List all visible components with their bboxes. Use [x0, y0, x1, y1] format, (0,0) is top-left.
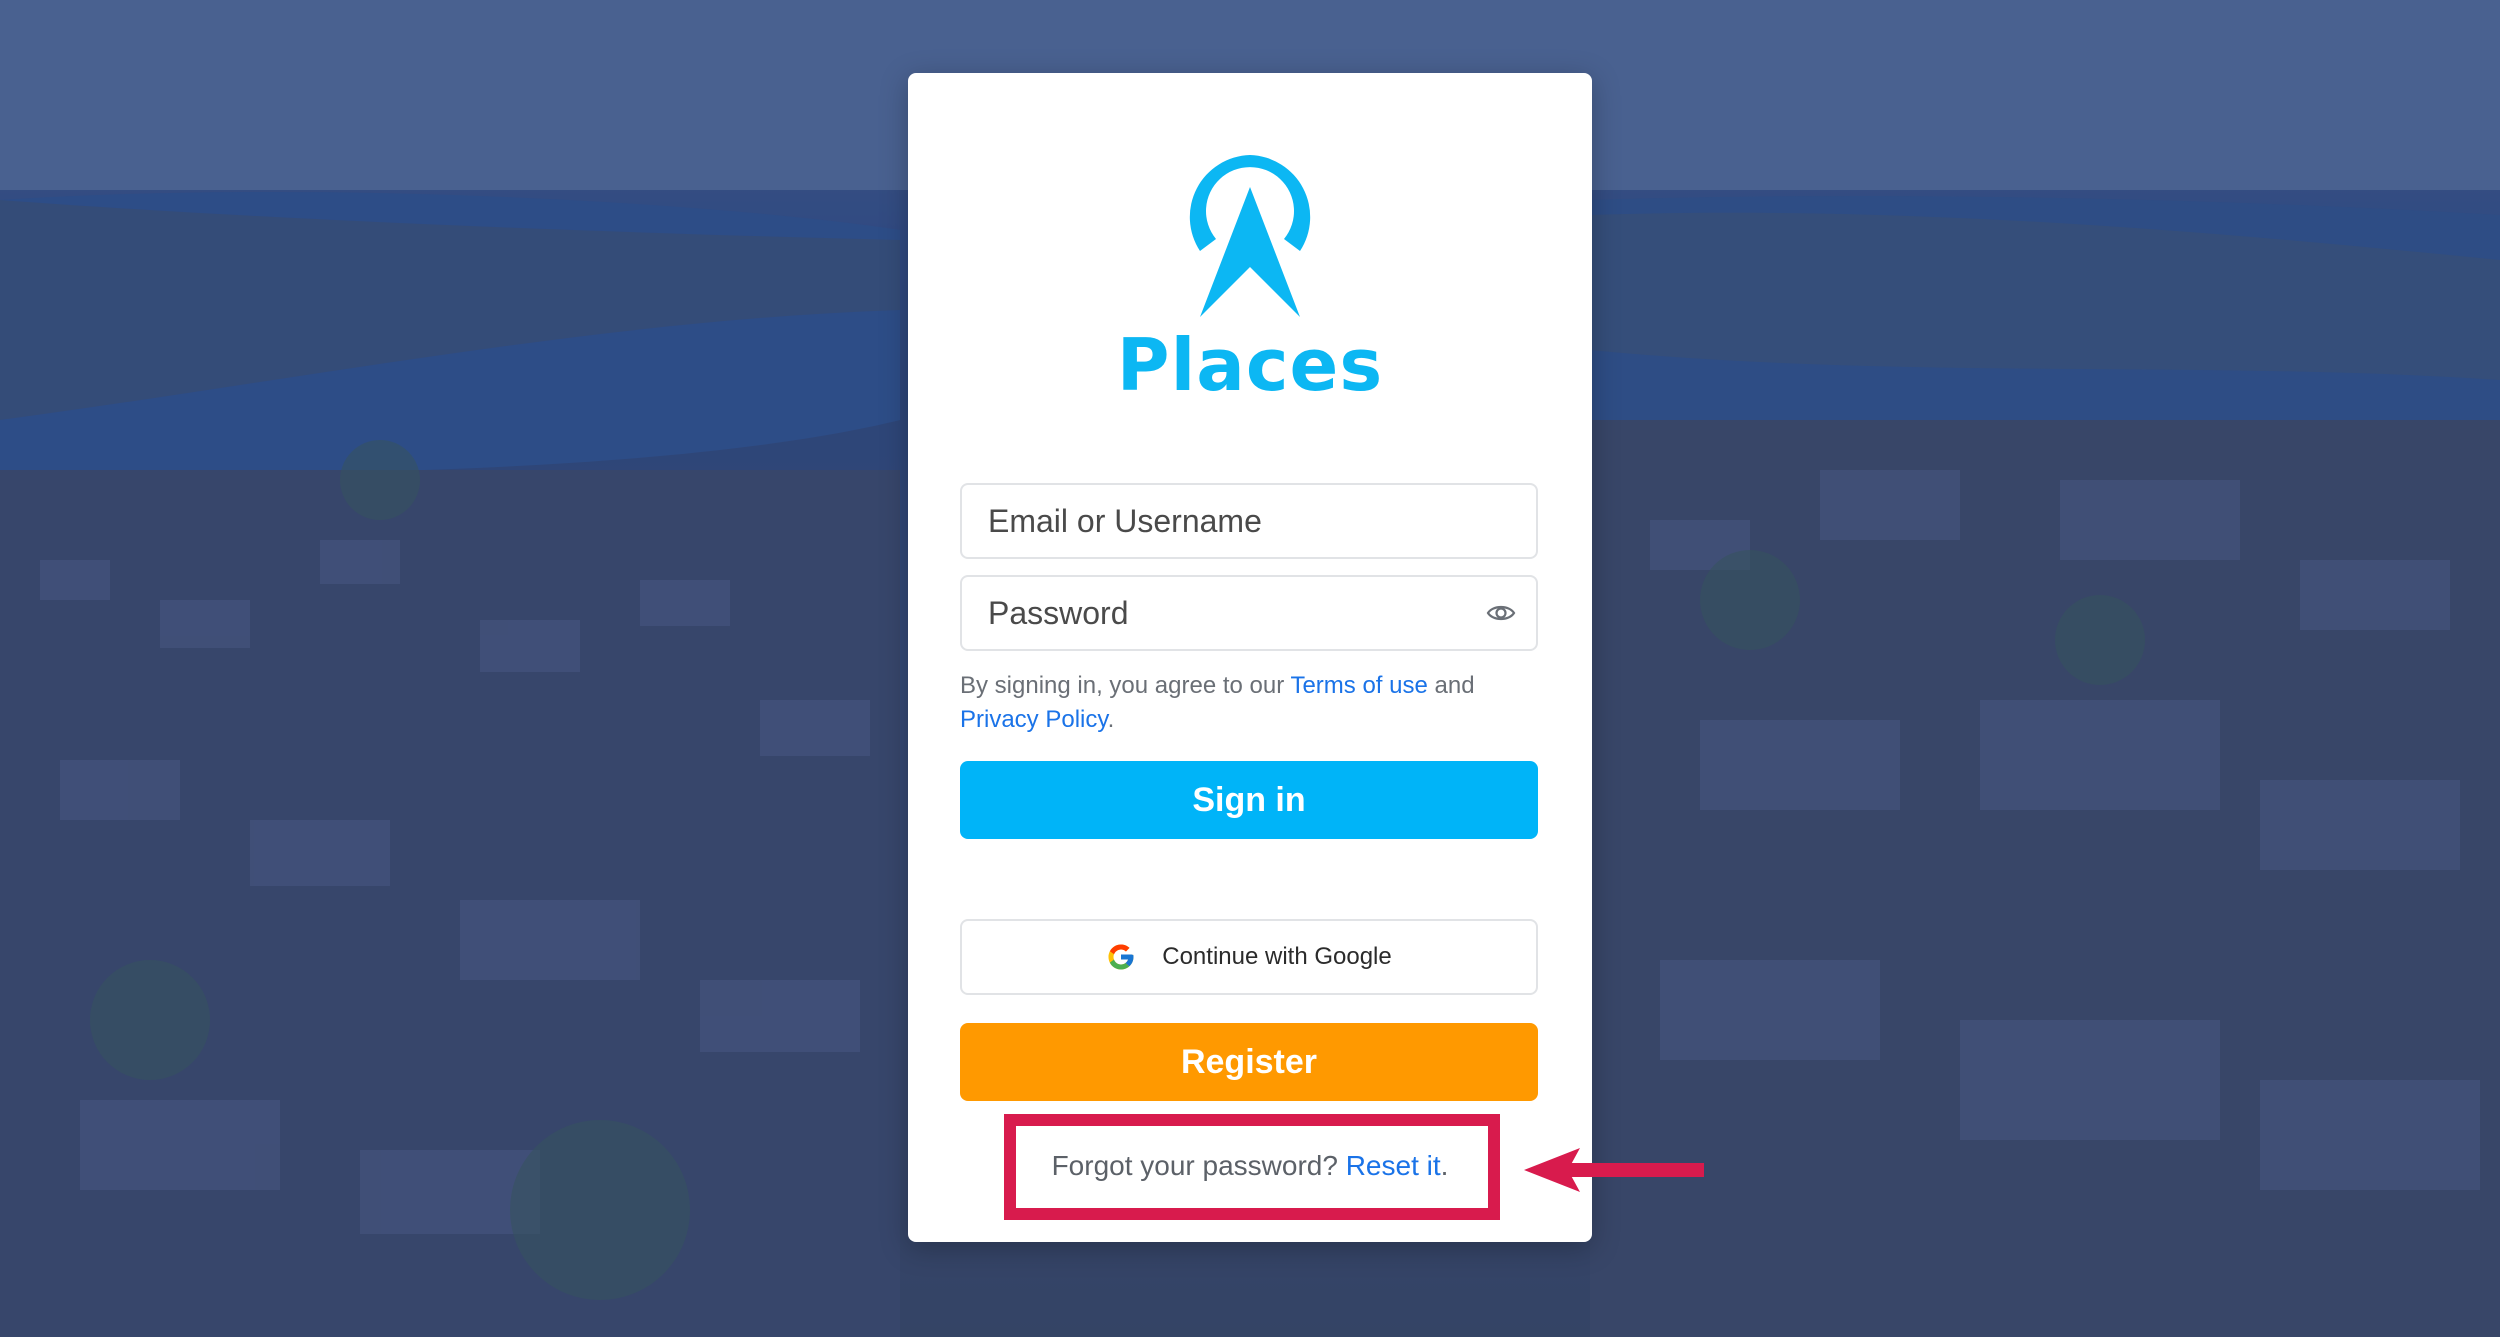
terms-of-use-link[interactable]: Terms of use — [1290, 672, 1427, 699]
continue-with-google-button[interactable]: Continue with Google — [960, 919, 1538, 995]
terms-notice: By signing in, you agree to our Terms of… — [960, 669, 1540, 737]
register-button[interactable]: Register — [960, 1023, 1538, 1101]
arrow-left-icon — [1524, 1148, 1704, 1192]
terms-suffix: . — [1107, 706, 1115, 733]
privacy-policy-link[interactable]: Privacy Policy — [960, 706, 1108, 733]
eye-icon[interactable] — [1486, 601, 1516, 625]
terms-prefix: By signing in, you agree to our — [960, 672, 1291, 699]
google-label: Continue with Google — [1162, 943, 1392, 970]
login-card: Places By signing in, you agree to our T… — [908, 73, 1592, 1242]
places-logo-icon — [1189, 155, 1311, 317]
brand-name: Places — [1116, 323, 1384, 407]
sign-in-button[interactable]: Sign in — [960, 761, 1538, 839]
email-field[interactable] — [960, 483, 1538, 559]
terms-and: and — [1427, 672, 1475, 699]
google-icon — [1108, 944, 1134, 970]
email-input[interactable] — [962, 485, 1468, 557]
highlight-box — [1004, 1114, 1500, 1220]
password-field[interactable] — [960, 575, 1538, 651]
password-input[interactable] — [962, 577, 1468, 649]
